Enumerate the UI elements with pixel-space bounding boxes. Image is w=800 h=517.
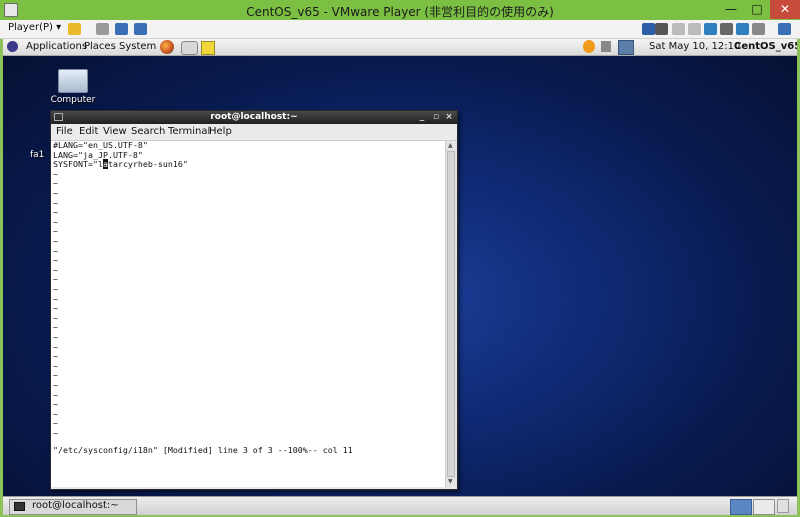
gnome-foot-icon bbox=[7, 41, 18, 52]
gnome-bottom-panel: root@localhost:~ bbox=[3, 496, 797, 515]
trash-icon[interactable] bbox=[777, 499, 789, 513]
close-button[interactable]: ✕ bbox=[770, 0, 800, 19]
more-devices-icon[interactable] bbox=[642, 23, 655, 35]
terminal-maximize-button[interactable]: ▫ bbox=[430, 111, 442, 124]
scroll-up-icon[interactable]: ▲ bbox=[448, 142, 453, 149]
send-ctrl-alt-del-icon[interactable] bbox=[96, 23, 109, 35]
applications-menu[interactable]: Applications bbox=[26, 41, 87, 52]
network-manager-icon[interactable] bbox=[618, 40, 634, 55]
unity-icon[interactable] bbox=[134, 23, 147, 35]
menu-terminal[interactable]: Terminal bbox=[168, 126, 210, 137]
terminal-window[interactable]: root@localhost:~ _ ▫ × File Edit View Se… bbox=[50, 110, 458, 490]
minimize-button[interactable]: — bbox=[718, 0, 744, 19]
vim-status-line: "/etc/sysconfig/i18n" [Modified] line 3 … bbox=[53, 445, 353, 455]
pause-icon[interactable] bbox=[68, 23, 81, 35]
clock[interactable]: Sat May 10, 12:10 bbox=[649, 41, 740, 52]
vmware-titlebar: CentOS_v65 - VMware Player (非営利目的の使用のみ) … bbox=[0, 0, 800, 21]
system-menu[interactable]: System bbox=[119, 41, 156, 52]
vmware-toolbar: Player(P) ▾ bbox=[0, 20, 800, 39]
menu-edit[interactable]: Edit bbox=[79, 126, 98, 137]
vim-empty-line-tilde: ~ bbox=[53, 428, 58, 438]
terminal-minimize-button[interactable]: _ bbox=[416, 111, 428, 124]
floppy-icon[interactable] bbox=[688, 23, 701, 35]
taskbar-terminal-button[interactable]: root@localhost:~ bbox=[9, 499, 137, 515]
menu-help[interactable]: Help bbox=[209, 126, 232, 137]
guest-desktop: Applications Places System Sat May 10, 1… bbox=[3, 39, 797, 515]
menu-view[interactable]: View bbox=[103, 126, 127, 137]
sound-icon[interactable] bbox=[752, 23, 765, 35]
computer-desktop-icon[interactable]: Computer bbox=[43, 69, 103, 105]
player-menu-label: Player(P) bbox=[8, 22, 53, 33]
vmware-window-title: CentOS_v65 - VMware Player (非営利目的の使用のみ) bbox=[246, 5, 554, 19]
notes-icon[interactable] bbox=[201, 41, 215, 55]
terminal-close-button[interactable]: × bbox=[443, 111, 455, 124]
computer-label: Computer bbox=[50, 95, 96, 105]
hostname-label: CentOS_v65 bbox=[734, 41, 797, 52]
sysfont-suffix: tarcyrheb-sun16" bbox=[107, 159, 188, 170]
scroll-down-icon[interactable]: ▼ bbox=[448, 478, 453, 485]
cd-drive-icon[interactable] bbox=[672, 23, 685, 35]
terminal-menubar: File Edit View Search Terminal Help bbox=[51, 124, 457, 141]
workspace-1[interactable] bbox=[730, 499, 752, 515]
terminal-title: root@localhost:~ bbox=[210, 112, 298, 122]
terminal-task-icon bbox=[14, 502, 25, 511]
volume-icon[interactable] bbox=[601, 41, 611, 52]
menu-search[interactable]: Search bbox=[131, 126, 165, 137]
firefox-icon[interactable] bbox=[160, 40, 174, 54]
message-log-icon[interactable] bbox=[778, 23, 791, 35]
network-icon[interactable] bbox=[704, 23, 717, 35]
terminal-text-area[interactable]: #LANG="en_US.UTF-8" LANG="ja_JP.UTF-8" SYS… bbox=[51, 141, 445, 487]
terminal-line-sysfont: SYSFONT="latarcyrheb-sun16" bbox=[53, 159, 188, 170]
gnome-top-panel: Applications Places System Sat May 10, 1… bbox=[3, 39, 797, 56]
workspace-2[interactable] bbox=[753, 499, 775, 515]
sysfont-prefix: SYSFONT="l bbox=[53, 159, 103, 170]
player-menu[interactable]: Player(P) ▾ bbox=[8, 22, 61, 33]
printer-icon[interactable] bbox=[720, 23, 733, 35]
usb-icon[interactable] bbox=[736, 23, 749, 35]
desktop-icon-label-partial[interactable]: fa1 bbox=[30, 150, 44, 160]
computer-icon bbox=[58, 69, 88, 93]
fullscreen-icon[interactable] bbox=[115, 23, 128, 35]
maximize-button[interactable]: □ bbox=[744, 0, 770, 19]
menu-file[interactable]: File bbox=[56, 126, 73, 137]
scrollbar-thumb[interactable] bbox=[447, 151, 455, 477]
updates-icon[interactable] bbox=[583, 40, 595, 53]
taskbar-terminal-label: root@localhost:~ bbox=[32, 500, 119, 511]
mail-client-icon[interactable] bbox=[181, 41, 198, 55]
hard-disk-icon[interactable] bbox=[655, 23, 668, 35]
terminal-scrollbar[interactable]: ▲ ▼ bbox=[445, 141, 457, 487]
terminal-titlebar[interactable]: root@localhost:~ _ ▫ × bbox=[51, 111, 457, 124]
places-menu[interactable]: Places bbox=[84, 41, 116, 52]
